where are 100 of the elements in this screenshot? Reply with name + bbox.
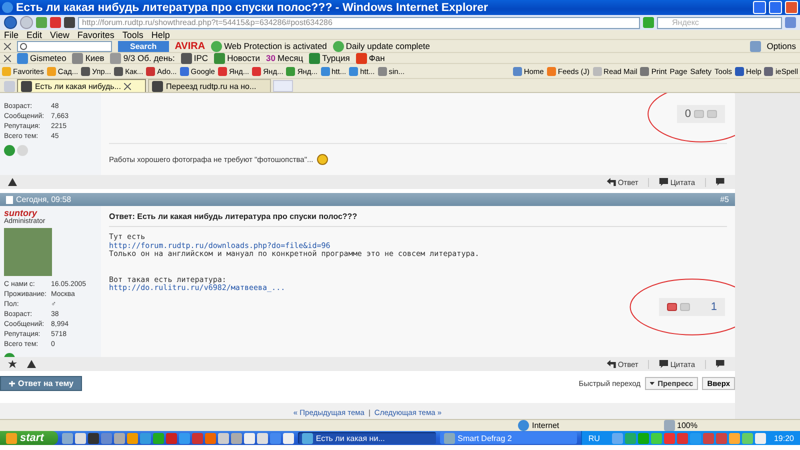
post-date: Сегодня, 09:58 (16, 195, 72, 204)
username[interactable]: suntory (4, 208, 97, 218)
calendar-badge[interactable]: 30 (266, 53, 276, 63)
options-button[interactable]: Options (766, 41, 796, 51)
quick-launch-icon[interactable] (256, 432, 268, 444)
toolbar-button[interactable]: 9/3 Об. день: (123, 53, 175, 63)
link-icon (252, 66, 262, 76)
taskbar-button[interactable]: Есть ли какая ни... (298, 432, 436, 444)
toolbar-icon (110, 52, 122, 64)
link-icon (349, 66, 358, 76)
tray-icon[interactable] (612, 432, 623, 444)
link-icon (378, 66, 387, 76)
warning-icon[interactable] (27, 360, 36, 368)
warning-icon[interactable] (8, 178, 17, 186)
minimize-button[interactable] (753, 1, 766, 14)
link-icon (218, 66, 227, 76)
reply-icon (606, 178, 616, 186)
vote-down-button[interactable] (666, 303, 677, 311)
status-text: Daily update complete (346, 41, 430, 51)
asterisk-icon[interactable] (8, 360, 17, 368)
tray-icon[interactable] (702, 432, 714, 444)
new-tab-button[interactable] (273, 80, 294, 92)
search-button[interactable]: Search (118, 40, 169, 52)
award-icon (17, 145, 28, 156)
clock: 19:20 (774, 434, 794, 442)
language-indicator[interactable]: RU (588, 434, 600, 442)
toolbar-icon (356, 52, 367, 64)
menu-item[interactable]: File (4, 30, 19, 40)
quick-launch-icon[interactable] (74, 432, 86, 444)
plus-icon (9, 380, 15, 386)
reply-button[interactable]: Ответ на тему (0, 376, 82, 391)
caret-icon (650, 382, 655, 385)
site-icon (64, 17, 75, 28)
quick-launch-icon[interactable] (62, 432, 73, 444)
brand-logo: AVIRA (174, 40, 206, 52)
multi-quote-icon[interactable] (716, 360, 727, 368)
quick-launch-icon[interactable] (114, 432, 125, 444)
link-icon (180, 66, 189, 76)
menu-item[interactable]: Edit (26, 30, 42, 40)
quick-launch-icon[interactable] (126, 432, 138, 444)
tray-icon[interactable] (728, 432, 740, 444)
address-field[interactable]: http://forum.rudtp.ru/showthread.php?t=54415&p=634286#post634286 (78, 16, 640, 28)
menu-item[interactable]: Tools (122, 30, 144, 40)
menu-item[interactable]: Favorites (77, 30, 114, 40)
link-icon (146, 66, 156, 76)
multi-quote-icon[interactable] (716, 178, 727, 186)
toolbar-icon (214, 52, 226, 64)
tray-icon[interactable] (664, 432, 675, 444)
site-icon (21, 80, 32, 92)
command-icon (640, 66, 650, 76)
tray-icon[interactable] (754, 432, 766, 444)
post-title: Ответ: Есть ли какая нибудь литература про спуски полос??? (109, 212, 727, 227)
zone-text: Internet (532, 421, 560, 430)
start-button[interactable]: start (0, 431, 58, 445)
toolbar-button[interactable]: Киев (85, 53, 104, 63)
taskbar-button[interactable]: Smart Defrag 2 (440, 432, 578, 444)
toolbar-icon (309, 52, 320, 64)
speech-bubble-icon (659, 178, 668, 186)
close-button[interactable] (785, 1, 798, 14)
back-button[interactable] (4, 16, 17, 29)
quick-launch-icon[interactable] (88, 432, 99, 444)
award-icon (4, 145, 15, 156)
toolbar-icon (72, 52, 84, 64)
quick-launch-icon[interactable] (282, 432, 294, 444)
toolbar-button[interactable]: Фан (368, 53, 385, 63)
link-icon (46, 66, 56, 76)
toolbar-button[interactable]: Турция (322, 53, 350, 63)
menu-item[interactable]: View (50, 30, 70, 40)
quick-launch-icon[interactable] (244, 432, 255, 444)
toolbar-button[interactable]: IPC (194, 53, 208, 63)
tray-icon[interactable] (650, 432, 662, 444)
status-text: Web Protection is activated (224, 41, 327, 51)
quick-launch-icon[interactable] (218, 432, 229, 444)
toolbar-button[interactable]: Gismeteo (30, 53, 66, 63)
window-title: Есть ли какая нибудь литература про спуски полос??? - Windows Internet Explorer (16, 2, 490, 14)
link-icon (114, 66, 124, 76)
speech-bubble-icon (659, 360, 668, 368)
command-icon (764, 66, 774, 76)
link-icon (286, 66, 296, 76)
browser-tab[interactable]: Переезд rudtp.ru на но... (148, 79, 272, 92)
close-icon[interactable] (124, 82, 131, 90)
toolbar-icon (17, 52, 28, 64)
toolbar-button[interactable]: Месяц (277, 53, 304, 63)
reply-icon (606, 360, 616, 368)
browser-tab[interactable]: Есть ли какая нибудь... (17, 79, 146, 92)
zoom-button[interactable]: 100% (677, 421, 698, 430)
app-icon (444, 432, 455, 444)
site-icon (152, 80, 163, 92)
quick-launch-icon[interactable] (230, 432, 242, 444)
search-field[interactable] (17, 40, 112, 52)
link-icon (81, 66, 90, 76)
menu-item[interactable]: Help (151, 30, 170, 40)
tab-list-icon[interactable] (4, 81, 15, 92)
maximize-button[interactable] (769, 1, 782, 14)
tray-icon[interactable] (716, 432, 727, 444)
vote-up-button[interactable] (707, 110, 717, 118)
command-icon (512, 66, 522, 76)
tray-icon[interactable] (676, 432, 688, 444)
tray-icon[interactable] (742, 432, 753, 444)
toolbar-button[interactable]: Новости (227, 53, 260, 63)
